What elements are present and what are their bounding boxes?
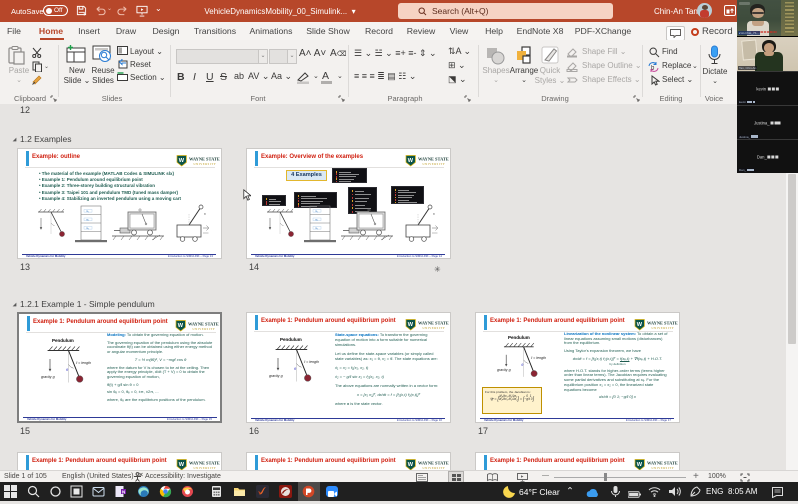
svg-text:WAYNE STATE: WAYNE STATE <box>188 322 219 327</box>
svg-text:WAYNE STATE: WAYNE STATE <box>418 461 449 466</box>
svg-text:W: W <box>179 158 185 164</box>
svg-text:W: W <box>179 462 185 468</box>
svg-text:WAYNE STATE: WAYNE STATE <box>647 321 678 326</box>
svg-text:W: W <box>637 322 643 328</box>
svg-text:N: N <box>122 489 125 494</box>
svg-text:W: W <box>408 462 414 468</box>
svg-text:b: b <box>651 66 655 72</box>
svg-text:W: W <box>637 462 643 468</box>
svg-text:WAYNE STATE: WAYNE STATE <box>647 461 678 466</box>
svg-text:WAYNE STATE: WAYNE STATE <box>418 321 449 326</box>
svg-text:W: W <box>178 323 184 329</box>
svg-text:WAYNE STATE: WAYNE STATE <box>189 157 220 162</box>
svg-text:W: W <box>408 158 414 164</box>
svg-text:WAYNE STATE: WAYNE STATE <box>189 461 220 466</box>
svg-text:W: W <box>408 322 414 328</box>
svg-text:WAYNE STATE: WAYNE STATE <box>418 157 449 162</box>
